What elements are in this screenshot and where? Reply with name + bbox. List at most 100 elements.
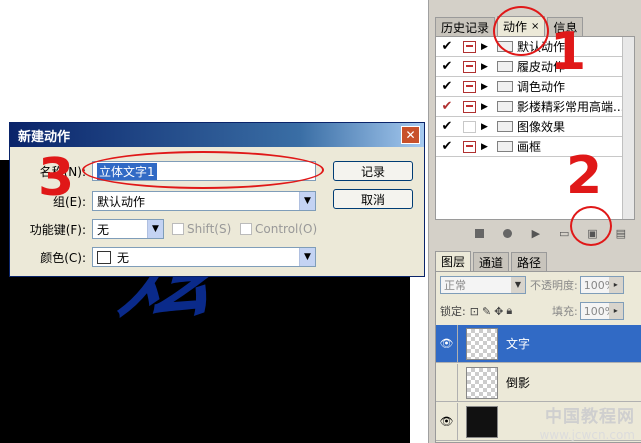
check-icon[interactable]: ✔ [436,39,458,54]
checkbox-box [172,223,184,235]
lock-label: 锁定: [440,305,466,318]
record-icon[interactable] [500,226,514,240]
function-key-row: 功能键(F): 无 ▼ Shift(S) Control(O) [10,219,426,239]
dialog-toggle-icon[interactable] [463,60,476,73]
function-key-value: 无 [97,222,110,237]
folder-icon [497,101,513,112]
eye-icon[interactable]: 👁︎ [436,402,458,441]
lock-brush-icon[interactable]: ✎ [482,305,491,318]
fill-input[interactable]: 100% ▸ [579,302,624,320]
cancel-button[interactable]: 取消 [333,189,413,209]
lock-row: 锁定: ⊡ ✎ ✥ 🔒︎ [440,302,512,320]
color-swatch [97,250,111,264]
dialog-toggle-icon[interactable] [463,120,476,133]
folder-icon [497,61,513,72]
layer-name: 文字 [506,337,531,351]
delete-icon[interactable]: ▤ [614,226,628,240]
action-set-row[interactable]: ✔ ▶ 调色动作 [436,77,634,97]
expand-triangle-icon[interactable]: ▶ [481,102,493,112]
shift-label: Shift(S) [187,222,232,236]
lock-all-icon[interactable]: 🔒︎ [506,304,512,318]
control-label: Control(O) [255,222,318,236]
layer-row-reflection[interactable]: 倒影 [436,363,641,402]
opacity-label: 不透明度: [530,279,578,292]
fill-label: 填充: [552,305,578,318]
layer-thumbnail [466,327,498,360]
tab-layers[interactable]: 图层 [435,251,472,271]
action-set-label: 影楼精彩常用高端... [517,100,625,114]
checkbox-box [240,223,252,235]
control-checkbox[interactable]: Control(O) [240,222,317,236]
watermark-url: www.jcwcn.com [539,428,635,442]
expand-triangle-icon[interactable]: ▶ [481,122,493,132]
tab-history-label: 历史记录 [441,20,490,35]
action-set-label: 图像效果 [517,120,566,134]
dialog-toggle-icon[interactable] [463,100,476,113]
set-select[interactable]: 默认动作 ▼ [92,191,316,211]
actions-scrollbar[interactable] [622,37,634,219]
tab-layers-label: 图层 [441,255,466,269]
expand-triangle-icon[interactable]: ▶ [481,62,493,72]
layer-row-text[interactable]: 👁︎ 文字 [436,324,641,363]
color-label: 颜色(C): [40,250,86,265]
blend-mode-row: 正常 ▼ [440,276,526,294]
dialog-title: 新建动作 [18,129,71,145]
action-set-row[interactable]: ✔ ▶ 画框 [436,137,634,157]
shift-checkbox[interactable]: Shift(S) [172,222,231,236]
blend-mode-select[interactable]: 正常 ▼ [440,276,526,294]
layer-thumbnail [466,366,498,399]
folder-icon [497,121,513,132]
lock-transparency-icon[interactable]: ⊡ [470,305,479,318]
blend-mode-value: 正常 [444,279,466,292]
lock-move-icon[interactable]: ✥ [494,305,503,318]
action-set-row[interactable]: ✔ ▶ 影楼精彩常用高端... [436,97,634,117]
tab-channels[interactable]: 通道 [473,252,510,271]
dialog-title-bar[interactable]: 新建动作 [10,123,424,147]
tab-paths[interactable]: 路径 [511,252,548,271]
opacity-input[interactable]: 100% ▸ [579,276,624,294]
stop-icon[interactable] [472,226,486,240]
watermark-text: 中国教程网 [545,407,635,427]
close-icon[interactable]: ✕ [401,126,420,144]
color-select-value: 无 [117,250,130,265]
dialog-toggle-icon[interactable] [463,80,476,93]
annotation-ellipse-name [82,151,324,189]
color-row: 颜色(C): 无 ▼ [10,247,426,267]
color-select[interactable]: 无 ▼ [92,247,316,267]
annotation-ellipse-new-action [570,206,612,246]
check-icon[interactable]: ✔ [436,99,458,114]
dialog-toggle-icon[interactable] [463,40,476,53]
tab-history[interactable]: 历史记录 [435,17,496,36]
action-set-row[interactable]: ✔ ▶ 履皮动作 [436,57,634,77]
expand-triangle-icon[interactable]: ▶ [481,142,493,152]
play-icon[interactable]: ▶ [529,226,543,240]
chevron-down-icon: ▼ [147,220,163,238]
annotation-number-3: 3 [38,148,75,208]
function-key-label: 功能键(F): [29,222,86,237]
function-key-select[interactable]: 无 ▼ [92,219,164,239]
annotation-number-1: 1 [550,22,587,82]
record-button[interactable]: 记录 [333,161,413,181]
expand-triangle-icon[interactable]: ▶ [481,82,493,92]
chevron-down-icon: ▼ [511,277,525,293]
actions-list: ✔ ▶ 默认动作 ✔ ▶ 履皮动作 ✔ ▶ 调色动作 ✔ ▶ 影楼精彩常用高端.… [435,36,635,220]
tab-channels-label: 通道 [479,255,504,270]
check-icon[interactable]: ✔ [436,119,458,134]
expand-triangle-icon[interactable]: ▶ [481,42,493,52]
new-set-folder-icon[interactable]: ▭ [557,226,571,240]
annotation-ellipse-actions-tab [493,6,549,56]
dialog-toggle-icon[interactable] [463,140,476,153]
tab-paths-label: 路径 [517,255,542,270]
check-icon[interactable]: ✔ [436,59,458,74]
folder-icon [497,141,513,152]
action-set-row[interactable]: ✔ ▶ 图像效果 [436,117,634,137]
chevron-down-icon: ▼ [299,248,315,266]
eye-hidden-icon[interactable] [436,363,458,402]
chevron-right-icon: ▸ [608,303,623,319]
chevron-down-icon: ▼ [299,192,315,210]
layers-tabbar: 图层 通道 路径 [435,251,641,271]
eye-icon[interactable]: 👁︎ [436,324,458,363]
annotation-number-2: 2 [566,146,603,206]
check-icon[interactable]: ✔ [436,139,458,154]
check-icon[interactable]: ✔ [436,79,458,94]
